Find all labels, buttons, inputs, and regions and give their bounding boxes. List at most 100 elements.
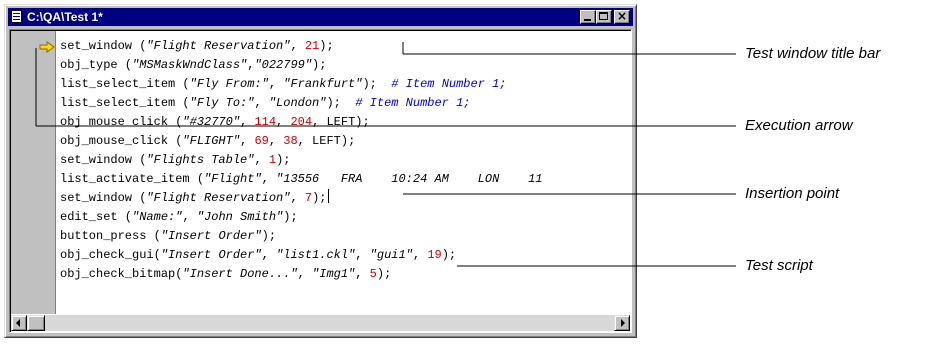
script-string: "Flight Reservation"	[146, 191, 291, 205]
script-line[interactable]: obj_mouse_click ("FLIGHT", 69, 38, LEFT)…	[60, 132, 631, 151]
script-text: obj_mouse_click (	[60, 115, 183, 129]
script-string: "Flight"	[204, 172, 262, 186]
script-string: "Fly From:"	[189, 77, 269, 91]
script-string: "13556 FRA 10:24 AM LON 11	[276, 172, 543, 186]
script-number: 19	[427, 248, 442, 262]
script-text: ,	[240, 134, 255, 148]
script-string: "022799"	[254, 58, 313, 72]
script-line[interactable]: list_select_item ("Fly To:", "London"); …	[60, 94, 631, 113]
script-text: obj_check_gui(	[60, 248, 161, 262]
script-text: );	[326, 96, 356, 110]
script-string: "gui1"	[369, 248, 413, 262]
script-text: ,	[254, 153, 269, 167]
script-number: 204	[290, 115, 313, 129]
script-line[interactable]: button_press ("Insert Order");	[60, 227, 631, 246]
script-text: obj_mouse_click (	[60, 134, 183, 148]
script-line[interactable]: set_window ("Flights Table", 1);	[60, 151, 631, 170]
script-text: ,	[268, 134, 284, 148]
script-text: );	[312, 58, 327, 72]
script-line[interactable]: obj_type ("MSMaskWndClass","022799");	[60, 56, 631, 75]
script-line[interactable]: obj_check_bitmap("Insert Done...", "Img1…	[60, 265, 631, 284]
close-button[interactable]: ×	[614, 9, 630, 24]
window-title: C:\QA\Test 1*	[27, 10, 103, 24]
script-string: "Name:"	[132, 210, 183, 224]
script-text: );	[312, 191, 327, 205]
script-text: set_window (	[60, 39, 147, 53]
script-string: "Flight Reservation"	[146, 39, 291, 53]
editor-gutter	[11, 31, 56, 314]
script-text: ,	[297, 267, 313, 281]
title-bar[interactable]: C:\QA\Test 1* ×	[8, 8, 633, 26]
script-string: "London"	[268, 96, 327, 110]
minimize-button[interactable]	[580, 10, 596, 24]
script-line[interactable]: list_activate_item ("Flight", "13556 FRA…	[60, 170, 631, 189]
script-string: "MSMaskWndClass"	[132, 58, 248, 72]
script-text: ,	[355, 267, 370, 281]
script-line[interactable]: set_window ("Flight Reservation", 21);	[60, 37, 631, 56]
test-script-code[interactable]: set_window ("Flight Reservation", 21); ob…	[60, 37, 631, 284]
script-number: 21	[304, 39, 320, 53]
script-text: );	[376, 267, 392, 281]
callout-execution-arrow: Execution arrow	[745, 117, 853, 134]
script-string: "#32770"	[182, 115, 241, 129]
script-editor[interactable]: set_window ("Flight Reservation", 21); ob…	[9, 29, 632, 333]
script-string: "Insert Done..."	[182, 267, 298, 281]
horizontal-scrollbar[interactable]	[11, 315, 630, 331]
script-text: );	[319, 39, 334, 53]
script-text: ,	[412, 248, 428, 262]
script-text: ,	[290, 191, 305, 205]
script-number: 114	[254, 115, 277, 129]
script-line[interactable]: set_window ("Flight Reservation", 7);	[60, 189, 631, 208]
script-comment: # Item Number 1;	[355, 96, 471, 110]
script-text: ,	[276, 115, 291, 129]
script-number: 69	[254, 134, 269, 148]
script-text: set_window (	[60, 191, 147, 205]
script-text: , LEFT);	[312, 115, 370, 129]
script-line[interactable]: edit_set ("Name:", "John Smith");	[60, 208, 631, 227]
scroll-thumb[interactable]	[27, 315, 45, 331]
script-text: button_press (	[60, 229, 161, 243]
script-string: "John Smith"	[196, 210, 284, 224]
insertion-point-caret	[328, 189, 330, 203]
script-text: obj_type (	[60, 58, 133, 72]
script-document-icon	[11, 10, 22, 23]
script-text: ,	[240, 115, 255, 129]
script-text: list_select_item (	[60, 77, 190, 91]
callout-title-bar: Test window title bar	[745, 45, 881, 62]
script-text: ,	[261, 172, 277, 186]
callout-test-script: Test script	[745, 257, 813, 274]
script-text: ,	[261, 248, 277, 262]
script-string: "Insert Order"	[160, 229, 262, 243]
script-text: );	[276, 153, 291, 167]
execution-arrow-icon	[39, 41, 55, 53]
script-line[interactable]: obj_mouse_click ("#32770", 114, 204, LEF…	[60, 113, 631, 132]
script-text: , LEFT);	[297, 134, 356, 148]
script-text: );	[283, 210, 298, 224]
script-string: "Fly To:"	[189, 96, 255, 110]
script-text: edit_set (	[60, 210, 133, 224]
script-text: ,	[290, 39, 305, 53]
script-text: );	[261, 229, 277, 243]
script-text: );	[441, 248, 457, 262]
close-icon: ×	[616, 9, 628, 23]
script-text: obj_check_bitmap(	[60, 267, 183, 281]
script-number: 7	[304, 191, 313, 205]
script-string: "FLIGHT"	[182, 134, 241, 148]
script-text: ,	[355, 248, 370, 262]
script-string: "Frankfurt"	[283, 77, 363, 91]
script-line[interactable]: obj_check_gui("Insert Order", "list1.ckl…	[60, 246, 631, 265]
script-line[interactable]: list_select_item ("Fly From:", "Frankfur…	[60, 75, 631, 94]
script-number: 1	[268, 153, 277, 167]
scroll-right-button[interactable]	[614, 315, 630, 331]
script-text: set_window (	[60, 153, 147, 167]
maximize-button[interactable]	[596, 10, 612, 24]
script-text: list_activate_item (	[60, 172, 205, 186]
script-comment: # Item Number 1;	[391, 77, 507, 91]
test-window: C:\QA\Test 1* × set_window ("Flight Rese…	[4, 4, 637, 338]
script-string: "Flights Table"	[146, 153, 255, 167]
script-text: ,	[182, 210, 197, 224]
script-string: "Img1"	[312, 267, 356, 281]
script-string: "list1.ckl"	[276, 248, 356, 262]
scroll-left-button[interactable]	[11, 315, 27, 331]
script-string: "Insert Order"	[160, 248, 262, 262]
